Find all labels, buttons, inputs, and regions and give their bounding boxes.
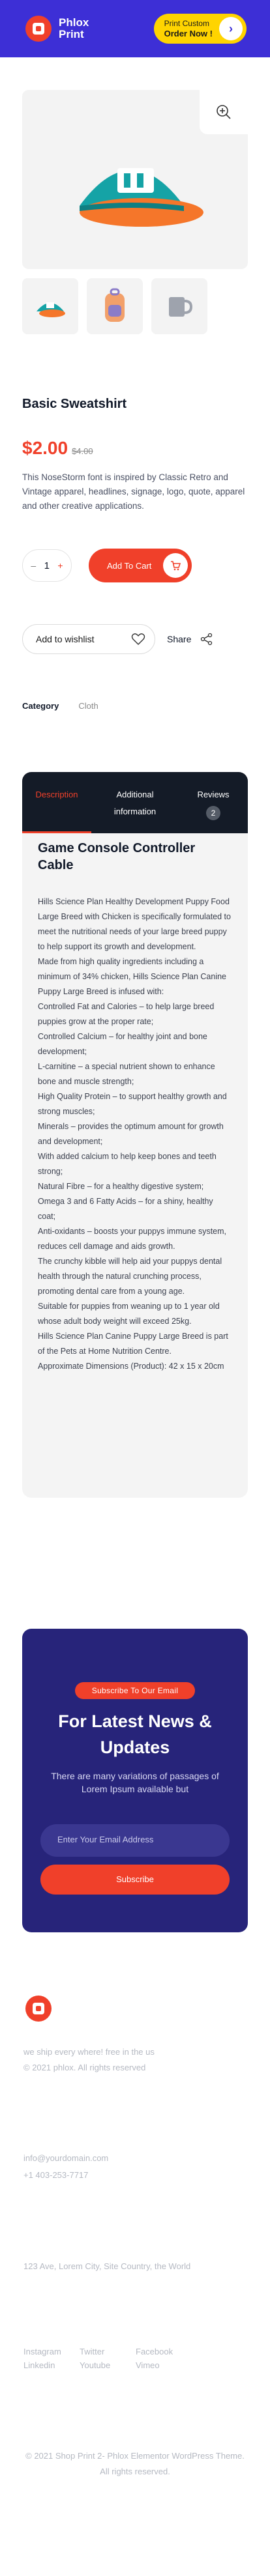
- thumbnail-backpack[interactable]: [87, 278, 143, 334]
- logo-text: Phlox Print: [59, 17, 89, 40]
- tab-paragraph: Hills Science Plan Healthy Development P…: [38, 897, 231, 951]
- footer-logo-line-2: Print: [59, 2008, 84, 2020]
- tab-reviews[interactable]: Reviews 2: [179, 772, 248, 833]
- product-title: Basic Sweatshirt: [22, 397, 127, 411]
- add-to-cart-label: Add To Cart: [107, 560, 152, 571]
- contact-heading: Contact :: [23, 2121, 72, 2134]
- tab-reviews-label: Reviews: [197, 790, 230, 799]
- thumbnail-cap[interactable]: [22, 278, 78, 334]
- add-to-cart-button[interactable]: Add To Cart: [89, 549, 192, 582]
- contact-email-link[interactable]: info@yourdomain.com: [23, 2150, 247, 2167]
- footer-tagline-text: we ship every where! free in the us: [23, 2047, 155, 2057]
- cta-line-1: Print Custom: [164, 19, 209, 28]
- newsletter-heading: For Latest News & Updates: [58, 1711, 212, 1757]
- cart-icon: [163, 553, 188, 578]
- social-heading: Social :: [23, 2321, 63, 2333]
- tab-paragraph: With added calcium to help keep bones an…: [38, 1152, 217, 1176]
- cap-image: [80, 168, 203, 227]
- social-link-instagram[interactable]: Instagram: [23, 2347, 80, 2356]
- tab-paragraph: Suitable for puppies from weaning up to …: [38, 1302, 220, 1326]
- purchase-row: – 1 + Add To Cart: [22, 549, 248, 582]
- tab-paragraph: Made from high quality ingredients inclu…: [38, 957, 227, 996]
- tab-paragraph: Hills Science Plan Canine Puppy Large Br…: [38, 1332, 228, 1356]
- product-description: This NoseStorm font is inspired by Class…: [22, 472, 245, 511]
- reviews-count-badge: 2: [206, 806, 220, 820]
- tab-bar: Description Additional information Revie…: [22, 772, 248, 833]
- tab-paragraph: Omega 3 and 6 Fatty Acids – for a shiny,…: [38, 1197, 213, 1221]
- logo-line-1: Phlox: [59, 16, 89, 29]
- wishlist-share-row: Add to wishlist Share: [22, 624, 248, 654]
- product-tabs: Description Additional information Revie…: [22, 772, 248, 1498]
- tab-paragraph: Approximate Dimensions (Product): 42 x 1…: [38, 1362, 224, 1371]
- tab-heading: Game Console Controller Cable: [38, 841, 196, 872]
- social-link-facebook[interactable]: Facebook: [136, 2347, 192, 2356]
- tab-description-label: Description: [35, 790, 78, 799]
- footer-logo[interactable]: Phlox Print: [23, 1994, 247, 2024]
- category-row: Category Cloth: [22, 701, 248, 711]
- social-link-twitter[interactable]: Twitter: [80, 2347, 136, 2356]
- tab-paragraph: Controlled Calcium – for healthy joint a…: [38, 1032, 207, 1056]
- old-price: $4.00: [72, 446, 93, 456]
- tab-description-body: Hills Science Plan Healthy Development P…: [38, 894, 232, 1374]
- tab-paragraph: High Quality Protein – to support health…: [38, 1092, 227, 1116]
- footer-content: Phlox Print we ship every where! free in…: [0, 1994, 270, 2480]
- product-main-image[interactable]: [22, 90, 248, 269]
- quantity-increase-button[interactable]: +: [57, 560, 63, 571]
- copyright-text: © 2021 Shop Print 2- Phlox Elementor Wor…: [25, 2451, 245, 2476]
- subscribe-button[interactable]: Subscribe: [40, 1865, 230, 1895]
- tab-additional-label: Additional information: [113, 790, 157, 816]
- footer-logo-line-1: Phlox: [59, 1996, 89, 2009]
- footer-rights: © 2021 phlox. All rights reserved: [23, 2063, 146, 2072]
- wishlist-label: Add to wishlist: [36, 634, 95, 644]
- quantity-value[interactable]: 1: [44, 560, 50, 571]
- quantity-decrease-button[interactable]: –: [31, 560, 36, 571]
- address-text: 123 Ave, Lorem City, Site Country, the W…: [23, 2261, 191, 2271]
- newsletter-text: There are many variations of passages of…: [51, 1771, 219, 1794]
- quantity-stepper: – 1 +: [22, 549, 72, 582]
- footer-tagline: we ship every where! free in the us © 20…: [23, 2044, 247, 2076]
- tab-paragraph: Minerals – provides the optimum amount f…: [38, 1122, 224, 1146]
- cta-text: Print Custom Order Now !: [164, 19, 213, 38]
- share-icon: [201, 633, 213, 646]
- thumbnail-list: [22, 278, 248, 334]
- site-logo[interactable]: Phlox Print: [23, 14, 89, 44]
- logo-mark-icon: [25, 1996, 52, 2022]
- thumbnail-mug[interactable]: [151, 278, 207, 334]
- zoom-plus-icon[interactable]: [200, 90, 248, 134]
- tab-additional-information[interactable]: Additional information: [91, 772, 179, 833]
- add-to-wishlist-button[interactable]: Add to wishlist: [22, 624, 155, 654]
- arrow-right-icon[interactable]: ›: [219, 17, 243, 40]
- newsletter-email-input[interactable]: Enter Your Email Address: [40, 1824, 230, 1857]
- social-links: Instagram Twitter Facebook Linkedin Yout…: [23, 2347, 247, 2370]
- tab-paragraph: L-carnitine – a special nutrient shown t…: [38, 1062, 215, 1086]
- logo-line-2: Print: [59, 28, 84, 40]
- logo-mark-icon: [25, 16, 52, 42]
- newsletter-tag: Subscribe To Our Email: [74, 1682, 196, 1699]
- contact-phone-link[interactable]: +1 403-253-7717: [23, 2167, 247, 2184]
- social-link-youtube[interactable]: Youtube: [80, 2360, 136, 2370]
- heart-icon: [131, 633, 145, 645]
- category-label: Category: [22, 701, 59, 711]
- cta-line-2: Order Now !: [164, 29, 213, 38]
- social-link-vimeo[interactable]: Vimeo: [136, 2360, 192, 2370]
- site-header: Phlox Print Print Custom Order Now ! ›: [0, 0, 270, 57]
- newsletter-card: Subscribe To Our Email For Latest News &…: [22, 1629, 248, 1932]
- current-price: $2.00: [22, 438, 68, 458]
- tab-paragraph: Controlled Fat and Calories – to help la…: [38, 1002, 215, 1026]
- tab-paragraph: Anti-oxidants – boosts your puppys immun…: [38, 1227, 227, 1251]
- social-link-linkedin[interactable]: Linkedin: [23, 2360, 80, 2370]
- share-button[interactable]: Share: [167, 633, 213, 646]
- tab-paragraph: Natural Fibre – for a healthy digestive …: [38, 1182, 204, 1191]
- tab-paragraph: The crunchy kibble will help aid your pu…: [38, 1257, 222, 1296]
- tab-description[interactable]: Description: [22, 772, 91, 833]
- print-custom-cta[interactable]: Print Custom Order Now ! ›: [153, 14, 247, 44]
- category-link[interactable]: Cloth: [78, 701, 98, 711]
- price-row: $2.00 $4.00: [22, 438, 248, 459]
- address-heading: Address :: [23, 2229, 75, 2242]
- footer-logo-text: Phlox Print: [59, 1997, 89, 2020]
- share-label: Share: [167, 634, 192, 644]
- contact-info: info@yourdomain.com +1 403-253-7717: [23, 2150, 247, 2184]
